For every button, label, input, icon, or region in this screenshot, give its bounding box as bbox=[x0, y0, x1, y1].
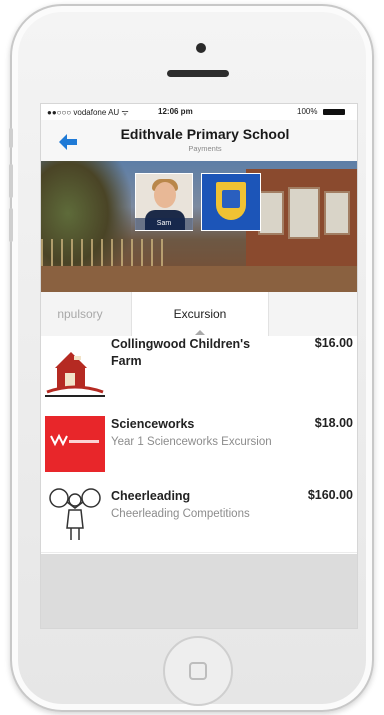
volume-down-button bbox=[9, 208, 13, 242]
navigation-bar: Edithvale Primary School Payments bbox=[41, 120, 357, 162]
list-item[interactable]: Collingwood Children's Farm $16.00 bbox=[41, 336, 357, 409]
item-price: $160.00 bbox=[307, 488, 353, 502]
school-crest-icon bbox=[216, 182, 246, 220]
list-item[interactable]: Cheerleading $160.00 Cheerleading Compet… bbox=[41, 480, 357, 553]
home-square-icon bbox=[189, 662, 207, 680]
item-title: Collingwood Children's Farm bbox=[111, 337, 251, 368]
school-banner: Sam bbox=[41, 161, 357, 292]
mute-switch bbox=[9, 128, 13, 148]
volume-up-button bbox=[9, 164, 13, 198]
page-title: Edithvale Primary School bbox=[120, 126, 290, 142]
item-price: $16.00 bbox=[314, 336, 353, 350]
carrier-label: ●●○○○ vodafone AU ᯤ bbox=[47, 108, 129, 117]
clock: 12:06 pm bbox=[158, 107, 193, 116]
battery-icon bbox=[323, 109, 345, 115]
empty-footer-area bbox=[41, 554, 357, 628]
earpiece-speaker bbox=[167, 70, 229, 77]
building-window bbox=[324, 191, 350, 235]
status-bar: ●●○○○ vodafone AU ᯤ 12:06 pm 100% bbox=[41, 104, 357, 120]
app-screen: ●●○○○ vodafone AU ᯤ 12:06 pm 100% Edithv… bbox=[40, 103, 358, 629]
student-name-label: Sam bbox=[135, 218, 193, 230]
front-camera bbox=[196, 43, 206, 53]
student-face bbox=[154, 182, 176, 208]
active-tab-indicator bbox=[195, 330, 205, 335]
item-price: $18.00 bbox=[314, 416, 353, 430]
page-subtitle: Payments bbox=[188, 144, 222, 153]
banner-ground bbox=[41, 266, 357, 292]
item-title: Cheerleading bbox=[111, 489, 191, 503]
home-button[interactable] bbox=[163, 636, 233, 706]
building-window bbox=[258, 191, 284, 235]
category-tabs: npulsory Excursion bbox=[41, 292, 357, 337]
item-description: Year 1 Scienceworks Excursion bbox=[111, 436, 272, 448]
item-description: Cheerleading Competitions bbox=[111, 508, 250, 520]
cheerleader-icon bbox=[49, 488, 101, 540]
item-title: Scienceworks bbox=[111, 417, 195, 431]
tab-compulsory[interactable]: npulsory bbox=[41, 292, 129, 336]
scienceworks-logo bbox=[45, 416, 105, 472]
list-item[interactable]: Scienceworks $18.00 Year 1 Scienceworks … bbox=[41, 408, 357, 481]
barn-icon bbox=[45, 352, 105, 397]
school-crest-tile[interactable] bbox=[201, 173, 261, 231]
back-arrow-icon[interactable] bbox=[59, 134, 77, 150]
building-window bbox=[288, 187, 320, 239]
battery-percent: 100% bbox=[297, 107, 318, 116]
